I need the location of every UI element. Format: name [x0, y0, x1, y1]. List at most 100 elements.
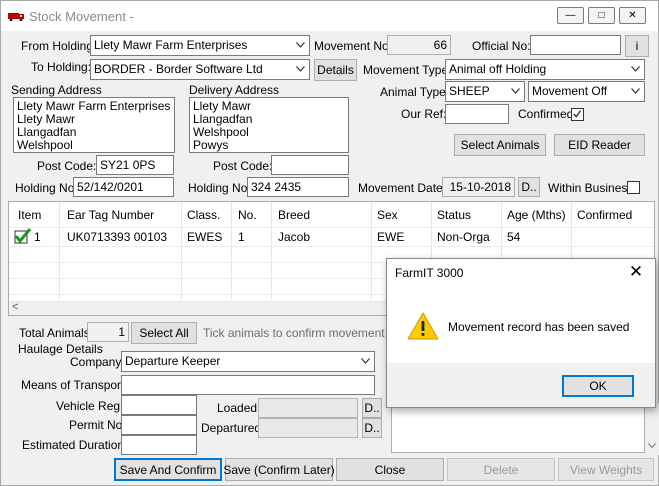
- info-icon: i: [635, 39, 639, 53]
- permit-no-label: Permit No:: [69, 418, 126, 432]
- close-icon: ✕: [628, 262, 644, 281]
- column-header-sex[interactable]: Sex: [377, 208, 398, 222]
- column-header-item[interactable]: Item: [18, 208, 41, 222]
- column-header-age[interactable]: Age (Mths): [507, 208, 566, 222]
- movement-type-select[interactable]: Animal off Holding: [445, 59, 645, 80]
- close-button[interactable]: ✕: [619, 7, 646, 24]
- confirmed-tick-icon[interactable]: [14, 228, 32, 245]
- from-holding-label: From Holding:: [21, 39, 97, 53]
- scroll-down-icon[interactable]: [648, 443, 656, 448]
- delivery-post-code-label: Post Code:: [213, 159, 273, 173]
- sending-holding-no-input[interactable]: 52/142/0201: [73, 177, 174, 197]
- minimize-button[interactable]: —: [557, 7, 584, 24]
- official-no-input[interactable]: [530, 35, 621, 55]
- notes-vertical-scrollbar[interactable]: [645, 403, 659, 455]
- total-animals-label: Total Animals:: [19, 326, 94, 340]
- close-form-button[interactable]: Close: [336, 458, 444, 481]
- chevron-down-icon: [361, 358, 370, 364]
- view-weights-button[interactable]: View Weights: [558, 458, 654, 481]
- save-and-confirm-button[interactable]: Save And Confirm: [114, 458, 222, 481]
- message-dialog: FarmIT 3000 ✕ Movement record has been s…: [386, 258, 656, 408]
- cell-class: EWES: [187, 230, 223, 244]
- official-no-label: Official No:: [472, 39, 531, 53]
- grid-header: Item Ear Tag Number Class. No. Breed Sex…: [9, 202, 654, 228]
- movement-date-field[interactable]: 15-10-2018: [442, 177, 515, 197]
- column-header-ear-tag[interactable]: Ear Tag Number: [67, 208, 154, 222]
- dialog-close-button[interactable]: ✕: [625, 262, 647, 282]
- movement-type-value: Animal off Holding: [449, 62, 547, 76]
- movement-type-label: Movement Type:: [363, 63, 452, 77]
- haulage-section-label: Haulage Details: [18, 342, 103, 356]
- cell-sex: EWE: [377, 230, 405, 244]
- sending-post-code-input[interactable]: SY21 0PS: [96, 155, 174, 175]
- close-icon: ✕: [628, 10, 637, 21]
- confirmed-checkbox[interactable]: [571, 108, 584, 121]
- cell-no: 1: [238, 230, 245, 244]
- official-no-info-button[interactable]: i: [625, 35, 649, 57]
- company-value: Departure Keeper: [125, 354, 221, 368]
- delivery-post-code-input[interactable]: [271, 155, 349, 175]
- delivery-holding-no-input[interactable]: 324 2435: [247, 177, 349, 197]
- movement-date-label: Movement Date:: [358, 181, 447, 195]
- movement-direction-value: Movement Off: [532, 84, 608, 98]
- column-header-class[interactable]: Class.: [187, 208, 220, 222]
- column-header-breed[interactable]: Breed: [278, 208, 310, 222]
- loaded-date-picker-button[interactable]: D..: [362, 398, 382, 418]
- chevron-down-icon: [296, 66, 305, 72]
- estimated-duration-input[interactable]: [121, 435, 197, 455]
- our-ref-input[interactable]: [445, 104, 509, 124]
- column-header-status[interactable]: Status: [437, 208, 471, 222]
- delivery-address-line: Powys: [193, 138, 229, 152]
- vehicle-reg-label: Vehicle Reg:: [56, 399, 124, 413]
- details-button[interactable]: Details: [314, 59, 357, 81]
- movement-date-picker-button[interactable]: D..: [518, 177, 540, 197]
- delete-button[interactable]: Delete: [447, 458, 555, 481]
- transport-label: Means of Transport:: [21, 378, 128, 392]
- column-header-no[interactable]: No.: [238, 208, 257, 222]
- save-confirm-later-button[interactable]: Save (Confirm Later): [223, 458, 335, 481]
- delivery-address-text[interactable]: Llety Mawr Llangadfan Welshpool Powys: [189, 97, 349, 153]
- chevron-down-icon: [631, 66, 640, 72]
- scroll-left-icon[interactable]: <: [12, 301, 18, 313]
- notes-textarea[interactable]: [391, 403, 645, 453]
- sending-address-text[interactable]: Llety Mawr Farm Enterprises Llety Mawr L…: [13, 97, 175, 153]
- chevron-down-icon: [631, 88, 640, 94]
- within-business-checkbox[interactable]: [627, 181, 640, 194]
- vehicle-reg-input[interactable]: [121, 395, 197, 415]
- departured-date-picker-button[interactable]: D..: [362, 418, 382, 438]
- select-all-button[interactable]: Select All: [131, 322, 197, 344]
- estimated-duration-label: Estimated Duration:: [22, 438, 128, 452]
- movement-no-label: Movement No:: [314, 39, 393, 53]
- transport-input[interactable]: [121, 375, 375, 395]
- warning-icon: [407, 312, 439, 340]
- confirm-hint-text: Tick animals to confirm movement: [203, 326, 385, 340]
- column-header-confirmed[interactable]: Confirmed: [577, 208, 632, 222]
- eid-reader-button[interactable]: EID Reader: [554, 134, 645, 156]
- sending-holding-no-label: Holding No:: [15, 181, 78, 195]
- maximize-button[interactable]: □: [588, 7, 615, 24]
- departured-field[interactable]: [258, 418, 358, 438]
- departured-label: Departured:: [201, 421, 265, 435]
- select-animals-button[interactable]: Select Animals: [454, 134, 546, 156]
- within-business-label: Within Business: [548, 181, 634, 195]
- company-select[interactable]: Departure Keeper: [121, 351, 375, 372]
- table-row[interactable]: 1 UK0713393 00103 EWES 1 Jacob EWE Non-O…: [9, 228, 654, 246]
- permit-no-input[interactable]: [121, 415, 197, 435]
- cell-age: 54: [507, 230, 521, 244]
- checkmark-icon: [573, 110, 581, 118]
- movement-direction-select[interactable]: Movement Off: [528, 81, 645, 102]
- animal-type-select[interactable]: SHEEP: [445, 81, 525, 102]
- ok-button[interactable]: OK: [562, 375, 634, 397]
- to-holding-value: BORDER - Border Software Ltd: [94, 62, 263, 76]
- window-title: Stock Movement -: [29, 9, 134, 24]
- loaded-field[interactable]: [258, 398, 358, 418]
- cell-status: Non-Orga: [437, 230, 490, 244]
- movement-no-field: 66: [387, 35, 451, 55]
- cell-breed: Jacob: [278, 230, 311, 244]
- to-holding-select[interactable]: BORDER - Border Software Ltd: [90, 59, 310, 80]
- from-holding-select[interactable]: Llety Mawr Farm Enterprises: [90, 35, 310, 56]
- chevron-down-icon: [511, 88, 520, 94]
- delivery-holding-no-label: Holding No:: [188, 181, 251, 195]
- sending-address-label: Sending Address: [11, 83, 102, 97]
- from-holding-value: Llety Mawr Farm Enterprises: [94, 38, 248, 52]
